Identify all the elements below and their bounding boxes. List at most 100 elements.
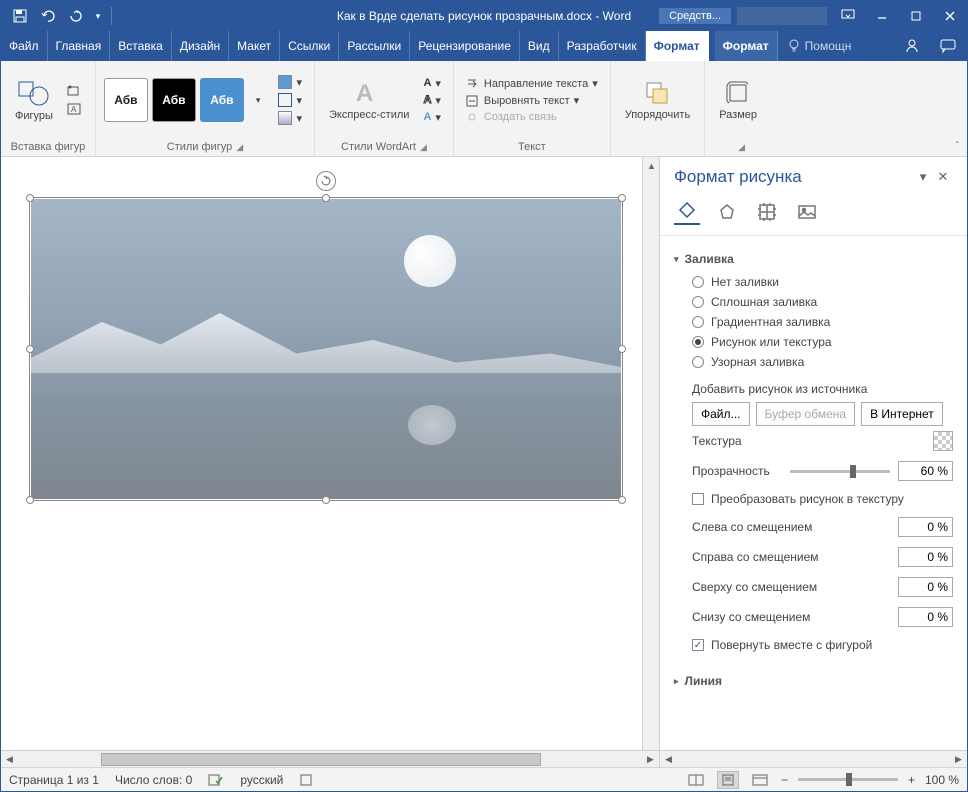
zoom-in-button[interactable]: + bbox=[908, 773, 915, 787]
text-outline-button[interactable]: A▾ bbox=[419, 93, 444, 108]
align-text-button[interactable]: Выровнять текст ▾ bbox=[462, 93, 602, 108]
share-icon[interactable] bbox=[903, 37, 921, 55]
scroll-right-icon[interactable]: ▶ bbox=[642, 751, 659, 768]
texture-picker[interactable] bbox=[933, 431, 953, 451]
picture-fill-radio[interactable]: Рисунок или текстура bbox=[674, 332, 953, 352]
close-button[interactable] bbox=[933, 1, 967, 31]
save-button[interactable] bbox=[7, 3, 33, 29]
qat-customize-icon[interactable]: ▾ bbox=[91, 3, 105, 29]
tile-checkbox[interactable]: Преобразовать рисунок в текстуру bbox=[674, 486, 953, 512]
resize-handle-s[interactable] bbox=[322, 496, 330, 504]
account-area[interactable] bbox=[737, 7, 827, 25]
tab-format[interactable]: Формат bbox=[646, 31, 709, 61]
word-count-status[interactable]: Число слов: 0 bbox=[115, 773, 192, 787]
tab-review[interactable]: Рецензирование bbox=[410, 31, 520, 61]
undo-button[interactable] bbox=[35, 3, 61, 29]
offset-left-input[interactable] bbox=[898, 517, 953, 537]
zoom-level[interactable]: 100 % bbox=[925, 773, 959, 787]
text-effects-button[interactable]: A▾ bbox=[419, 110, 444, 125]
offset-top-input[interactable] bbox=[898, 577, 953, 597]
transparency-input[interactable] bbox=[898, 461, 953, 481]
tell-me-search[interactable]: Помощн bbox=[778, 31, 862, 61]
horizontal-scrollbar[interactable]: ◀ ▶ bbox=[1, 750, 659, 767]
print-layout-button[interactable] bbox=[717, 771, 739, 789]
ribbon-options-button[interactable] bbox=[831, 1, 865, 31]
resize-handle-e[interactable] bbox=[618, 345, 626, 353]
page-number-status[interactable]: Страница 1 из 1 bbox=[9, 773, 99, 787]
comments-icon[interactable] bbox=[939, 37, 957, 55]
tab-references[interactable]: Ссылки bbox=[280, 31, 339, 61]
shape-styles-more[interactable]: ▾ bbox=[252, 94, 265, 107]
shape-style-2[interactable]: Абв bbox=[152, 78, 196, 122]
shape-style-3[interactable]: Абв bbox=[200, 78, 244, 122]
offset-bottom-input[interactable] bbox=[898, 607, 953, 627]
tab-home[interactable]: Главная bbox=[48, 31, 111, 61]
text-box-button[interactable]: A bbox=[63, 101, 87, 117]
resize-handle-sw[interactable] bbox=[26, 496, 34, 504]
web-layout-button[interactable] bbox=[749, 771, 771, 789]
resize-handle-n[interactable] bbox=[322, 194, 330, 202]
text-fill-button[interactable]: A▾ bbox=[419, 76, 444, 91]
zoom-slider[interactable] bbox=[798, 778, 898, 781]
tab-developer[interactable]: Разработчик bbox=[559, 31, 646, 61]
wordart-launcher[interactable]: ◢ bbox=[420, 142, 427, 153]
tab-file[interactable]: Файл bbox=[1, 31, 48, 61]
tab-view[interactable]: Вид bbox=[520, 31, 559, 61]
pattern-fill-radio[interactable]: Узорная заливка bbox=[674, 352, 953, 372]
selected-picture[interactable] bbox=[31, 199, 621, 499]
tab-mailings[interactable]: Рассылки bbox=[339, 31, 410, 61]
maximize-button[interactable] bbox=[899, 1, 933, 31]
rotate-handle[interactable] bbox=[316, 171, 336, 191]
zoom-out-button[interactable]: − bbox=[781, 773, 788, 787]
picture-tab[interactable] bbox=[794, 199, 820, 225]
macro-record-icon[interactable] bbox=[299, 773, 313, 787]
resize-handle-ne[interactable] bbox=[618, 194, 626, 202]
scroll-up-icon[interactable]: ▲ bbox=[643, 157, 659, 174]
shape-fill-button[interactable]: ▾ bbox=[274, 74, 306, 90]
vertical-scrollbar[interactable]: ▲ bbox=[642, 157, 659, 750]
pane-options-icon[interactable]: ▾ bbox=[913, 167, 933, 187]
quick-styles-button[interactable]: A Экспресс-стили bbox=[323, 77, 415, 123]
spell-check-icon[interactable] bbox=[208, 773, 224, 787]
shape-effects-button[interactable]: ▾ bbox=[274, 110, 306, 126]
resize-handle-se[interactable] bbox=[618, 496, 626, 504]
tab-layout[interactable]: Макет bbox=[229, 31, 280, 61]
shapes-gallery-button[interactable]: Фигуры bbox=[9, 76, 59, 124]
tab-insert[interactable]: Вставка bbox=[110, 31, 172, 61]
size-button[interactable]: Размер bbox=[713, 77, 763, 123]
rotate-with-shape-checkbox[interactable]: ✓Повернуть вместе с фигурой bbox=[674, 632, 953, 658]
scroll-thumb[interactable] bbox=[101, 753, 541, 766]
collapse-ribbon-icon[interactable]: ˆ bbox=[956, 141, 959, 152]
insert-from-file-button[interactable]: Файл... bbox=[692, 402, 750, 426]
fill-section-header[interactable]: ▾Заливка bbox=[674, 246, 953, 272]
pane-close-icon[interactable]: ✕ bbox=[933, 167, 953, 187]
size-launcher[interactable]: ◢ bbox=[738, 142, 745, 153]
no-fill-radio[interactable]: Нет заливки bbox=[674, 272, 953, 292]
pane-scroll-left-icon[interactable]: ◀ bbox=[660, 751, 677, 768]
transparency-slider[interactable] bbox=[790, 470, 890, 473]
insert-from-online-button[interactable]: В Интернет bbox=[861, 402, 943, 426]
tab-design[interactable]: Дизайн bbox=[172, 31, 229, 61]
tab-format-picture[interactable]: Формат bbox=[715, 31, 778, 61]
resize-handle-nw[interactable] bbox=[26, 194, 34, 202]
arrange-button[interactable]: Упорядочить bbox=[619, 77, 696, 123]
shape-styles-launcher[interactable]: ◢ bbox=[236, 142, 243, 153]
gradient-fill-radio[interactable]: Градиентная заливка bbox=[674, 312, 953, 332]
document-canvas[interactable]: ▲ ◀ ▶ bbox=[1, 157, 659, 767]
read-mode-button[interactable] bbox=[685, 771, 707, 789]
scroll-left-icon[interactable]: ◀ bbox=[1, 751, 18, 768]
shape-outline-button[interactable]: ▾ bbox=[274, 92, 306, 108]
text-direction-button[interactable]: Направление текста ▾ bbox=[462, 76, 602, 91]
language-status[interactable]: русский bbox=[240, 773, 283, 787]
layout-tab[interactable] bbox=[754, 199, 780, 225]
solid-fill-radio[interactable]: Сплошная заливка bbox=[674, 292, 953, 312]
line-section-header[interactable]: ▸Линия bbox=[674, 668, 953, 694]
minimize-button[interactable] bbox=[865, 1, 899, 31]
redo-button[interactable] bbox=[63, 3, 89, 29]
pane-scroll-right-icon[interactable]: ▶ bbox=[950, 751, 967, 768]
effects-tab[interactable] bbox=[714, 199, 740, 225]
fill-line-tab[interactable] bbox=[674, 199, 700, 225]
offset-right-input[interactable] bbox=[898, 547, 953, 567]
pane-scrollbar[interactable]: ◀ ▶ bbox=[660, 750, 967, 767]
shape-style-1[interactable]: Абв bbox=[104, 78, 148, 122]
